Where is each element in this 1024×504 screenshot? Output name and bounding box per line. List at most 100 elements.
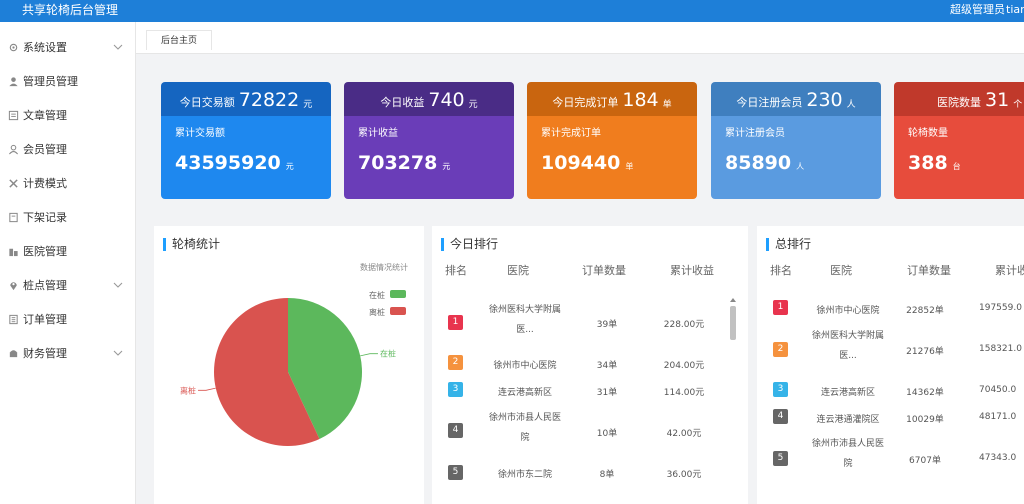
card-head: 今日交易额 72822 元 <box>161 82 331 116</box>
revenue: 228.00元 <box>663 320 705 330</box>
col-header-rank: 排名 <box>770 264 792 277</box>
sidebar-item-members[interactable]: 会员管理 <box>0 134 135 164</box>
revenue: 47343.0 <box>979 453 1017 463</box>
card-head-value: 184 <box>622 89 659 111</box>
sidebar-item-articles[interactable]: 文章管理 <box>0 100 135 130</box>
sidebar-item-billing[interactable]: 计费模式 <box>0 168 135 198</box>
chevron-down-icon <box>113 44 123 50</box>
hospital-name-line1: 徐州医科大学附属 <box>488 305 561 315</box>
revenue: 48171.0 <box>979 412 1017 422</box>
col-header-revenue: 累计收 <box>995 264 1024 277</box>
today-rank-panel: 今日排行 排名 医院 订单数量 累计收益 1 徐州医科大学附属 医... 39单 … <box>432 226 748 504</box>
order-count: 31单 <box>596 388 618 398</box>
finance-icon <box>8 348 19 359</box>
order-count: 34单 <box>596 361 618 371</box>
hospital-name: 徐州医科大学附属 医... <box>793 326 903 366</box>
order-count: 10029单 <box>906 415 944 425</box>
scroll-up-icon[interactable] <box>730 298 736 302</box>
order-count: 8单 <box>599 470 615 480</box>
gear-icon <box>8 42 19 53</box>
card-head-label: 今日完成订单 <box>552 96 619 109</box>
sidebar-item-admins[interactable]: 管理员管理 <box>0 66 135 96</box>
sidebar-item-label: 计费模式 <box>23 177 67 190</box>
card-head: 医院数量 31 个 <box>894 82 1024 116</box>
card-head-value: 740 <box>428 89 465 111</box>
card-head-value: 230 <box>806 89 843 111</box>
stat-card-revenue: 今日收益 740 元 累计收益 703278 元 <box>344 82 514 199</box>
tools-icon <box>8 178 19 189</box>
sidebar-item-system-settings[interactable]: 系统设置 <box>0 32 135 62</box>
rank-badge: 2 <box>448 355 463 370</box>
sidebar-item-orders[interactable]: 订单管理 <box>0 304 135 334</box>
col-header-hospital: 医院 <box>507 264 529 277</box>
card-body: 轮椅数量 388 台 <box>894 116 1024 199</box>
member-icon <box>8 144 19 155</box>
sidebar-item-stations[interactable]: 桩点管理 <box>0 270 135 300</box>
sidebar-item-finance[interactable]: 财务管理 <box>0 338 135 368</box>
hospital-name-line1: 徐州市沛县人民医 <box>488 413 561 423</box>
tab-home[interactable]: 后台主页 <box>146 30 212 50</box>
user-role[interactable]: 超级管理员 <box>950 2 1005 18</box>
card-head-value: 72822 <box>238 89 300 111</box>
chevron-down-icon <box>113 282 123 288</box>
card-head: 今日完成订单 184 单 <box>527 82 697 116</box>
wheelchair-stats-panel: 轮椅统计 数据情况统计 在桩 离桩 在桩 离桩 <box>154 226 424 504</box>
card-total-unit: 台 <box>952 162 961 171</box>
card-total: 85890 人 <box>725 152 804 174</box>
card-head-value: 31 <box>985 89 1010 111</box>
card-total-value: 43595920 <box>175 152 281 174</box>
hospital-icon <box>8 246 19 257</box>
revenue: 114.00元 <box>663 388 705 398</box>
panel-title: 总排行 <box>766 238 811 251</box>
hospital-name: 徐州市中心医院 <box>816 306 880 316</box>
hospital-name-line2: 医... <box>839 351 857 361</box>
user-name[interactable]: tian <box>1006 2 1024 18</box>
col-header-revenue: 累计收益 <box>670 264 714 277</box>
sidebar-item-hospitals[interactable]: 医院管理 <box>0 236 135 266</box>
scrollbar-thumb[interactable] <box>730 306 736 340</box>
card-head-unit: 单 <box>662 100 672 110</box>
tab-bar: 后台主页 <box>136 22 1024 54</box>
hospital-name: 连云港高新区 <box>497 388 552 398</box>
order-icon <box>8 314 19 325</box>
pie-leader-line <box>198 387 216 391</box>
card-sub-label: 累计交易额 <box>175 128 225 139</box>
col-header-orders: 订单数量 <box>582 264 626 277</box>
hospital-name: 徐州市沛县人民医院 <box>470 408 580 448</box>
card-head-label: 今日收益 <box>380 96 425 109</box>
card-head: 今日收益 740 元 <box>344 82 514 116</box>
col-header-orders: 订单数量 <box>907 264 951 277</box>
card-total-unit: 单 <box>625 162 634 171</box>
stat-card-transactions: 今日交易额 72822 元 累计交易额 43595920 元 <box>161 82 331 199</box>
sidebar-item-label: 桩点管理 <box>23 279 67 292</box>
rank-badge: 5 <box>773 451 788 466</box>
hospital-name: 连云港高新区 <box>820 388 875 398</box>
card-head-unit: 元 <box>468 100 478 110</box>
card-head-label: 今日注册会员 <box>736 96 803 109</box>
revenue: 204.00元 <box>663 361 705 371</box>
hospital-name: 徐州市中心医院 <box>493 361 557 371</box>
revenue: 197559.0 <box>979 303 1022 313</box>
card-sub-label: 累计收益 <box>358 128 398 139</box>
sidebar-item-removal-records[interactable]: 下架记录 <box>0 202 135 232</box>
hospital-name-line1: 徐州市沛县人民医 <box>811 439 884 449</box>
table-scrollbar[interactable] <box>728 296 738 504</box>
card-body: 累计完成订单 109440 单 <box>527 116 697 199</box>
stat-card-members: 今日注册会员 230 人 累计注册会员 85890 人 <box>711 82 881 199</box>
sidebar-item-label: 管理员管理 <box>23 75 78 88</box>
revenue: 158321.0 <box>979 344 1022 354</box>
card-body: 累计交易额 43595920 元 <box>161 116 331 199</box>
card-total: 703278 元 <box>358 152 450 174</box>
sidebar-item-label: 系统设置 <box>23 41 67 54</box>
chevron-down-icon <box>113 350 123 356</box>
pie-leader-line <box>360 353 378 357</box>
order-count: 10单 <box>596 429 618 439</box>
card-total-value: 85890 <box>725 152 792 174</box>
card-total-value: 703278 <box>358 152 438 174</box>
card-head-unit: 个 <box>1013 100 1023 110</box>
record-icon <box>8 212 19 223</box>
col-header-rank: 排名 <box>445 264 467 277</box>
sidebar-item-label: 文章管理 <box>23 109 67 122</box>
rank-badge: 3 <box>773 382 788 397</box>
order-count: 14362单 <box>906 388 944 398</box>
